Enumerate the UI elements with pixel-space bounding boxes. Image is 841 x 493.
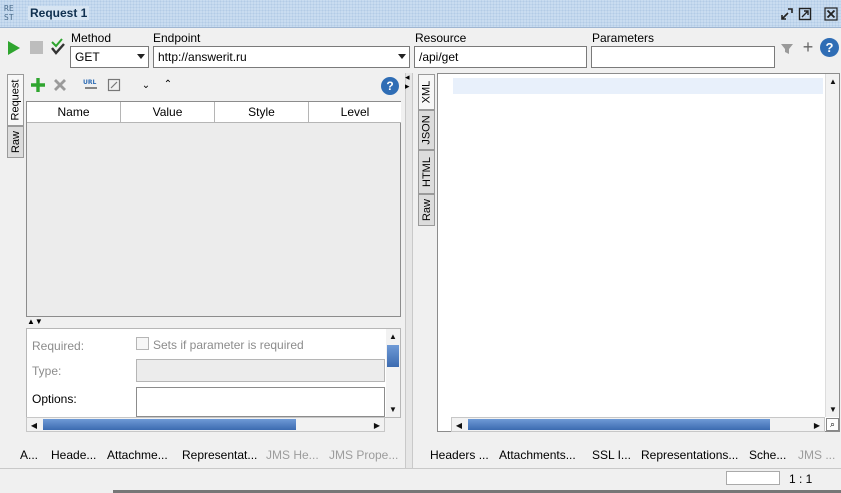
current-line-highlight <box>453 78 823 94</box>
remove-param-icon[interactable] <box>53 78 67 92</box>
parameters-label: Parameters <box>592 31 655 45</box>
add-icon[interactable]: + <box>800 37 816 57</box>
clear-icon[interactable] <box>779 40 795 56</box>
tab-request-label: Request <box>9 79 22 121</box>
svg-text:URL: URL <box>83 79 96 86</box>
response-horizontal-scrollbar[interactable]: ◀ ▶ <box>451 417 825 432</box>
scroll-down-icon[interactable]: ▼ <box>386 402 400 416</box>
stop-icon[interactable] <box>30 41 43 54</box>
status-field <box>726 471 780 485</box>
detail-horizontal-scrollbar[interactable]: ◀ ▶ <box>26 417 385 432</box>
scroll-right-icon[interactable]: ▶ <box>810 418 824 432</box>
add-param-icon[interactable] <box>30 77 46 93</box>
tab-json-label: JSON <box>420 115 433 145</box>
panel-splitter[interactable] <box>405 73 413 468</box>
resource-label: Resource <box>415 31 467 45</box>
column-header-level[interactable]: Level <box>309 102 401 122</box>
scroll-thumb[interactable] <box>468 419 770 430</box>
response-vertical-scrollbar[interactable]: ▲ ▼ <box>825 74 839 417</box>
header-divider <box>27 122 401 123</box>
type-select[interactable] <box>136 359 385 382</box>
expand-icon[interactable] <box>107 78 121 92</box>
type-label: Type: <box>32 364 62 378</box>
column-header-name[interactable]: Name <box>27 102 121 122</box>
scroll-up-icon[interactable]: ▲ <box>386 329 400 343</box>
endpoint-combo[interactable]: http://answerit.ru <box>153 46 410 68</box>
scroll-thumb[interactable] <box>43 419 296 430</box>
resource-value: /api/get <box>419 50 459 64</box>
zoom-icon[interactable]: ⌕ <box>826 418 839 431</box>
endpoint-value: http://answerit.ru <box>158 50 247 64</box>
tab-html[interactable]: HTML <box>418 150 435 194</box>
run-icon[interactable] <box>6 40 22 56</box>
move-down-icon[interactable]: ⌄ <box>140 80 152 91</box>
tab-xml[interactable]: XML <box>418 74 435 110</box>
tab-xml-label: XML <box>420 80 433 104</box>
required-checkbox[interactable] <box>136 337 149 350</box>
tab-ssl-info[interactable]: SSL I... <box>592 448 631 462</box>
rest-logo-icon: RE ST <box>4 4 14 22</box>
response-editor[interactable] <box>437 73 840 432</box>
options-label: Options: <box>32 392 77 406</box>
scroll-left-icon[interactable]: ◀ <box>27 418 41 432</box>
check-icon[interactable] <box>50 38 66 56</box>
cursor-position: 1 : 1 <box>789 472 813 486</box>
scroll-up-icon[interactable]: ▲ <box>826 74 840 88</box>
tab-raw[interactable]: Raw <box>7 126 24 158</box>
resource-input[interactable]: /api/get <box>414 46 587 68</box>
tab-json[interactable]: JSON <box>418 110 435 150</box>
move-up-icon[interactable]: ⌃ <box>162 79 174 90</box>
tab-response-headers[interactable]: Headers ... <box>430 448 489 462</box>
column-header-style[interactable]: Style <box>215 102 309 122</box>
tab-auth[interactable]: A... <box>20 448 38 462</box>
title-bar <box>0 0 841 28</box>
help-icon[interactable]: ? <box>381 77 399 95</box>
url-param-icon[interactable]: URL <box>83 77 99 93</box>
maximize-icon[interactable] <box>796 5 814 23</box>
params-table[interactable]: Name Value Style Level <box>26 101 401 317</box>
tab-request[interactable]: Request <box>7 74 24 126</box>
method-label: Method <box>71 31 112 45</box>
tab-headers[interactable]: Heade... <box>51 448 96 462</box>
scroll-left-icon[interactable]: ◀ <box>452 418 466 432</box>
window-title: Request 1 <box>28 6 90 20</box>
splitter-toggle-icon[interactable]: ▲▼ <box>27 318 43 326</box>
close-icon[interactable] <box>822 5 840 23</box>
tab-response-representations[interactable]: Representations... <box>641 448 738 462</box>
chevron-down-icon <box>137 54 145 59</box>
tab-jms-properties: JMS Prope... <box>329 448 399 462</box>
tab-html-label: HTML <box>420 157 433 187</box>
tab-response-attachments[interactable]: Attachments... <box>499 448 576 462</box>
method-select[interactable]: GET <box>70 46 149 68</box>
status-divider <box>0 468 841 469</box>
chevron-down-icon <box>398 54 406 59</box>
tab-representations[interactable]: Representat... <box>182 448 257 462</box>
tab-raw-response-label: Raw <box>420 198 433 222</box>
method-value: GET <box>75 50 100 64</box>
column-header-value[interactable]: Value <box>121 102 215 122</box>
detail-vertical-scrollbar[interactable]: ▲ ▼ <box>386 329 400 417</box>
options-input[interactable] <box>136 387 385 417</box>
splitter-collapse-icon[interactable]: ◂ ▸ <box>405 73 410 91</box>
tab-raw-label: Raw <box>9 130 22 154</box>
tab-jms: JMS ... <box>798 448 836 462</box>
scroll-right-icon[interactable]: ▶ <box>370 418 384 432</box>
tab-jms-headers: JMS He... <box>266 448 319 462</box>
minimize-icon[interactable] <box>778 5 796 23</box>
endpoint-label: Endpoint <box>153 31 201 45</box>
help-icon[interactable]: ? <box>820 38 839 57</box>
tab-schema[interactable]: Sche... <box>749 448 786 462</box>
scroll-down-icon[interactable]: ▼ <box>826 402 840 416</box>
scroll-thumb[interactable] <box>387 345 399 367</box>
tab-attachments[interactable]: Attachme... <box>107 448 168 462</box>
required-label: Required: <box>32 339 85 353</box>
required-checkbox-text: Sets if parameter is required <box>153 338 304 352</box>
tab-raw-response[interactable]: Raw <box>418 194 435 226</box>
parameters-input[interactable] <box>591 46 775 68</box>
